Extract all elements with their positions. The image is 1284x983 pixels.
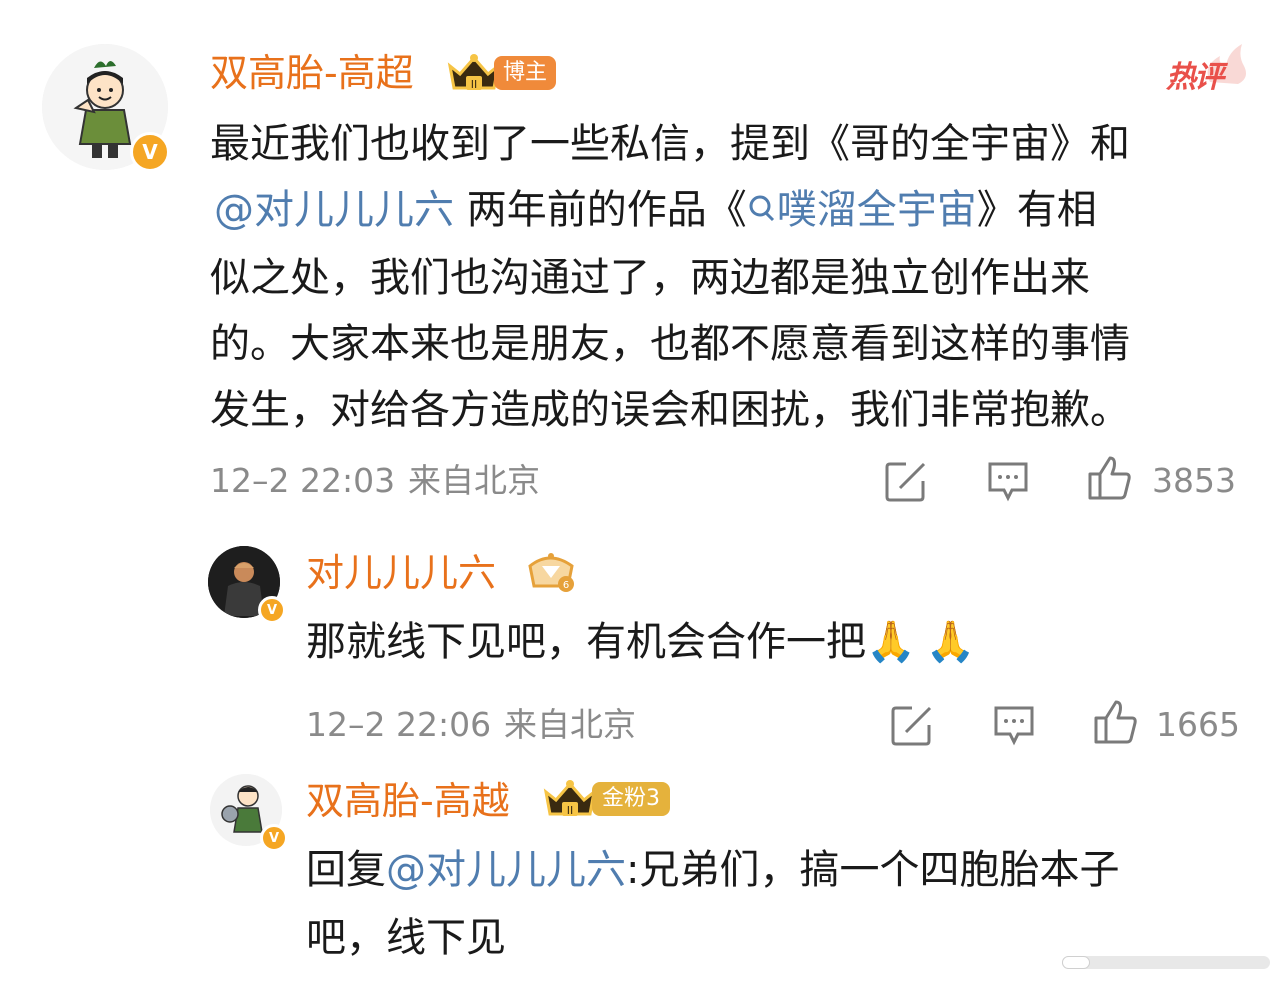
avatar-reply-2[interactable]: V (210, 774, 288, 852)
reply-prefix: 回复 (306, 847, 386, 893)
avatar-main[interactable]: V (42, 44, 170, 172)
crown-icon: 6 (528, 553, 574, 592)
reply-2-line-1: 回复@对儿儿儿六:兄弟们，搞一个四胞胎本子 (306, 850, 1119, 890)
reply-2-username[interactable]: 双高胎-高越 (306, 782, 510, 820)
reply-1-username[interactable]: 对儿儿儿六 (306, 554, 496, 592)
hot-tag-label: 热评 (1166, 60, 1224, 95)
comment-line-1: 最近我们也收到了一些私信，提到《哥的全宇宙》和 (210, 121, 1130, 167)
comment-icon[interactable] (986, 460, 1030, 502)
avatar-reply-1[interactable]: V (208, 546, 286, 624)
verified-icon: V (130, 132, 170, 172)
blogger-badge: 博主 (494, 56, 556, 90)
reply-1-message: 那就线下见吧，有机会合作一把 (306, 619, 866, 665)
mention-link[interactable]: @对儿儿儿六 (214, 187, 454, 233)
mention-link[interactable]: @对儿儿儿六 (386, 847, 626, 893)
horizontal-scrollbar[interactable] (1062, 956, 1270, 969)
verified-icon: V (260, 824, 288, 852)
gold-fan-badge: 金粉3 (592, 782, 670, 816)
commenter-username[interactable]: 双高胎-高超 (210, 54, 414, 92)
hot-comment-tag: 热评 (1166, 42, 1246, 95)
comment-line-3: 似之处，我们也沟通过了，两边都是独立创作出来 (210, 255, 1090, 301)
search-topic-text: 噗溜全宇宙 (776, 187, 977, 233)
crown-icon: II (543, 780, 597, 817)
search-icon (749, 195, 774, 222)
verified-icon: V (258, 596, 286, 624)
reply-1-location: 来自北京 (504, 705, 636, 744)
reply-1-text: 那就线下见吧，有机会合作一把🙏🙏 (306, 622, 986, 662)
comment-line-2: @对儿儿儿六 两年前的作品《 噗溜全宇宙》有相 (214, 190, 1097, 230)
comment-text-segment: 两年前的作品《 (454, 187, 747, 233)
comment-line-4: 的。大家本来也是朋友，也都不愿意看到这样的事情 (210, 321, 1130, 367)
like-icon[interactable] (1092, 698, 1140, 746)
search-topic-link[interactable]: 噗溜全宇宙 (747, 187, 977, 233)
svg-text:II: II (567, 804, 574, 817)
comment-icon[interactable] (992, 704, 1036, 746)
svg-text:6: 6 (563, 580, 569, 591)
comment-location: 来自北京 (408, 461, 540, 500)
comment-line-5: 发生，对给各方造成的误会和困扰，我们非常抱歉。 (210, 387, 1130, 433)
scrollbar-thumb[interactable] (1062, 956, 1090, 969)
like-count: 1665 (1156, 705, 1240, 744)
share-icon[interactable] (890, 704, 934, 746)
svg-text:II: II (471, 78, 478, 91)
share-icon[interactable] (884, 460, 928, 502)
pray-emoji: 🙏🙏 (866, 619, 986, 665)
like-icon[interactable] (1086, 454, 1134, 502)
comment-timestamp: 12–2 22:03 (210, 461, 396, 500)
like-count: 3853 (1152, 461, 1236, 500)
reply-1-timestamp: 12–2 22:06 (306, 705, 492, 744)
comment-text-segment: 》有相 (976, 187, 1097, 233)
reply-2-message: :兄弟们，搞一个四胞胎本子 (626, 847, 1120, 893)
reply-2-line-2: 吧，线下见 (306, 915, 506, 961)
